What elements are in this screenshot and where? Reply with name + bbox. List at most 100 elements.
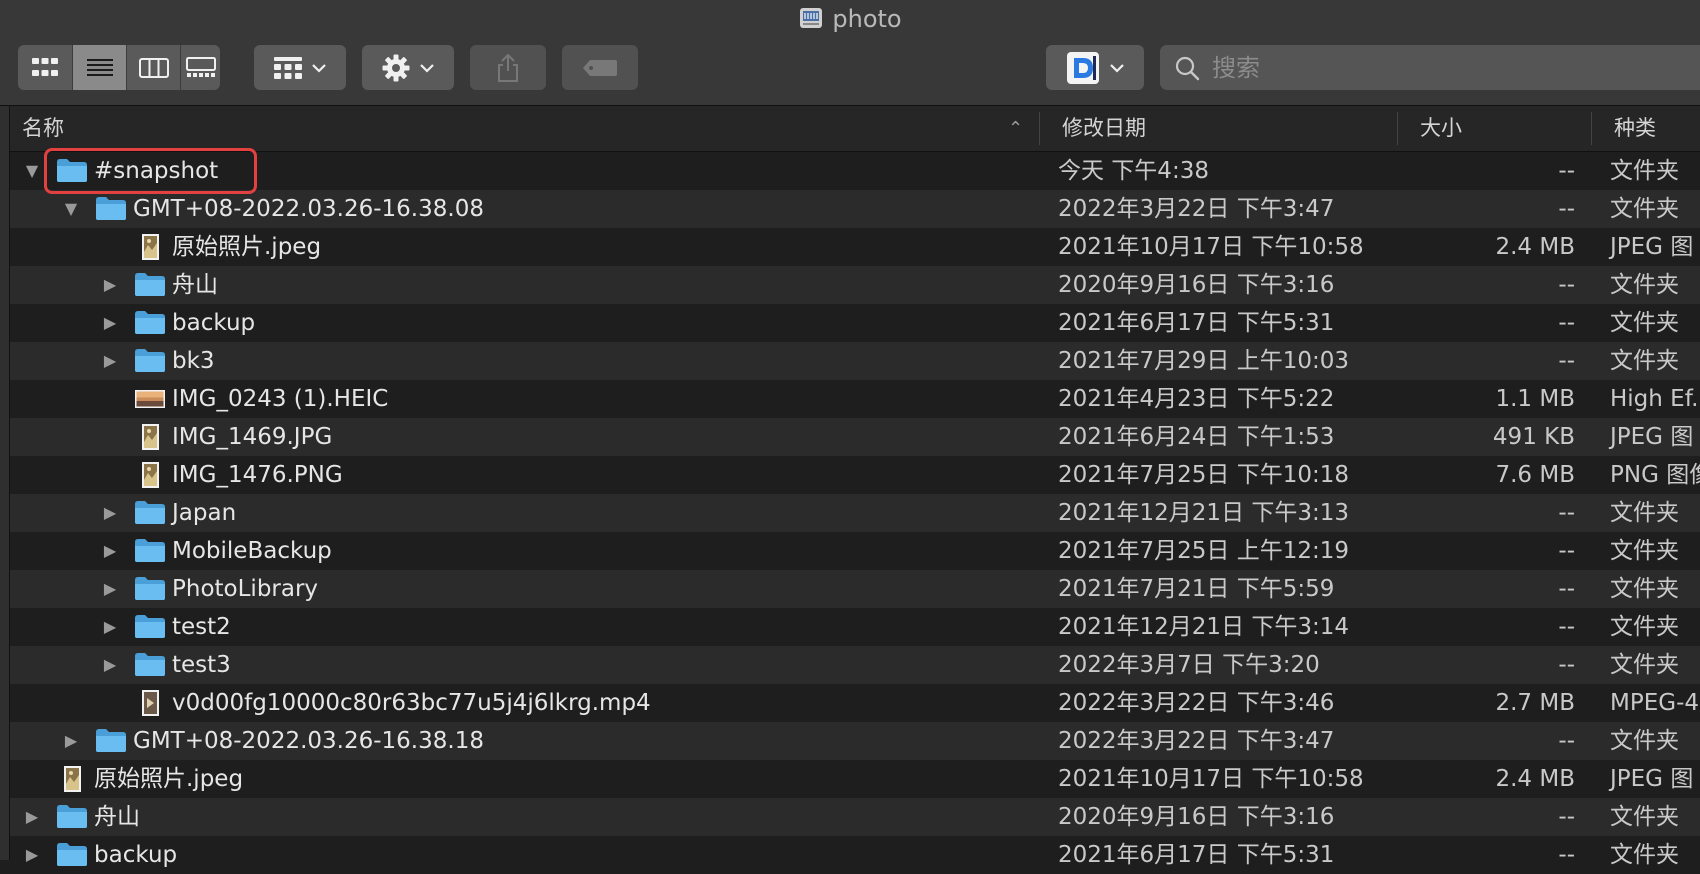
- file-name[interactable]: bk3: [172, 342, 215, 380]
- file-date-modified: 2021年12月21日 下午3:14: [1058, 614, 1350, 640]
- file-name[interactable]: test3: [172, 646, 231, 684]
- file-list-row[interactable]: ▶ 舟山 2020年9月16日 下午3:16 -- 文件夹: [10, 798, 1700, 836]
- column-header-name[interactable]: 名称: [22, 106, 64, 151]
- column-header-bar: 名称 ⌃ 修改日期 大小 种类: [10, 106, 1700, 152]
- file-list-row[interactable]: 原始照片.jpeg 2021年10月17日 下午10:58 2.4 MB JPEG 图: [10, 760, 1700, 798]
- column-header-date[interactable]: 修改日期: [1062, 106, 1146, 151]
- column-divider[interactable]: [1591, 112, 1592, 145]
- file-date-modified: 2022年3月7日 下午3:20: [1058, 652, 1320, 678]
- file-list-row[interactable]: ▼ GMT+08-2022.03.26-16.38.08 2022年3月22日 下午…: [10, 190, 1700, 228]
- disclosure-triangle-collapsed-icon[interactable]: ▶: [100, 570, 120, 608]
- file-list-row[interactable]: IMG_1476.PNG 2021年7月25日 下午10:18 7.6 MB PNG …: [10, 456, 1700, 494]
- file-list-row[interactable]: ▶ test3 2022年3月7日 下午3:20 -- 文件夹: [10, 646, 1700, 684]
- file-name[interactable]: 舟山: [172, 266, 218, 304]
- folder-icon: [134, 499, 166, 527]
- search-field[interactable]: [1160, 45, 1700, 90]
- folder-icon: [134, 347, 166, 375]
- file-size: 2.4 MB: [1495, 766, 1575, 792]
- disclosure-triangle-collapsed-icon[interactable]: ▶: [100, 608, 120, 646]
- app-extension-dropdown[interactable]: [1046, 45, 1144, 90]
- column-header-size[interactable]: 大小: [1420, 106, 1462, 151]
- disclosure-triangle-expanded-icon[interactable]: ▼: [61, 190, 81, 228]
- file-list-row[interactable]: IMG_0243 (1).HEIC 2021年4月23日 下午5:22 1.1 MB…: [10, 380, 1700, 418]
- file-list-row[interactable]: ▶ GMT+08-2022.03.26-16.38.18 2022年3月22日 下午…: [10, 722, 1700, 760]
- disclosure-triangle-collapsed-icon[interactable]: ▶: [61, 722, 81, 760]
- disclosure-triangle-expanded-icon[interactable]: ▼: [22, 152, 42, 190]
- file-kind: PNG 图像: [1610, 462, 1700, 488]
- video-thumbnail-icon: [134, 689, 166, 717]
- file-size: 7.6 MB: [1495, 462, 1575, 488]
- file-name[interactable]: MobileBackup: [172, 532, 332, 570]
- disclosure-triangle-collapsed-icon[interactable]: ▶: [100, 342, 120, 380]
- file-name[interactable]: 舟山: [94, 798, 140, 836]
- file-list-row[interactable]: ▶ 舟山 2020年9月16日 下午3:16 -- 文件夹: [10, 266, 1700, 304]
- search-icon: [1175, 56, 1200, 80]
- file-list-row[interactable]: ▶ Japan 2021年12月21日 下午3:13 -- 文件夹: [10, 494, 1700, 532]
- disclosure-triangle-collapsed-icon[interactable]: ▶: [22, 836, 42, 874]
- file-date-modified: 2021年4月23日 下午5:22: [1058, 386, 1335, 412]
- disclosure-triangle-collapsed-icon[interactable]: ▶: [100, 494, 120, 532]
- gear-icon: [382, 54, 410, 81]
- file-list-row[interactable]: ▼ #snapshot 今天 下午4:38 -- 文件夹: [10, 152, 1700, 190]
- window-left-edge: [0, 106, 10, 860]
- file-kind: 文件夹: [1610, 576, 1679, 602]
- file-name[interactable]: IMG_1469.JPG: [172, 418, 332, 456]
- file-name[interactable]: GMT+08-2022.03.26-16.38.18: [133, 722, 484, 760]
- file-list-row[interactable]: ▶ backup 2021年6月17日 下午5:31 -- 文件夹: [10, 836, 1700, 874]
- file-kind: 文件夹: [1610, 614, 1679, 640]
- disclosure-triangle-collapsed-icon[interactable]: ▶: [100, 532, 120, 570]
- file-size: --: [1558, 310, 1575, 336]
- file-list: ▼ #snapshot 今天 下午4:38 -- 文件夹 ▼ GMT+08-2022.03.…: [10, 152, 1700, 874]
- column-divider[interactable]: [1039, 112, 1040, 145]
- icon-view-button[interactable]: [18, 45, 72, 90]
- file-list-row[interactable]: ▶ backup 2021年6月17日 下午5:31 -- 文件夹: [10, 304, 1700, 342]
- file-size: 491 KB: [1492, 424, 1575, 450]
- folder-icon: [56, 157, 88, 185]
- file-name[interactable]: 原始照片.jpeg: [172, 228, 321, 266]
- file-list-row[interactable]: ▶ MobileBackup 2021年7月25日 上午12:19 -- 文件夹: [10, 532, 1700, 570]
- file-name[interactable]: #snapshot: [94, 152, 218, 190]
- gallery-view-button[interactable]: [180, 45, 221, 90]
- list-view-button[interactable]: [72, 45, 127, 90]
- share-button[interactable]: [470, 45, 546, 90]
- column-divider[interactable]: [1397, 112, 1398, 145]
- file-name[interactable]: IMG_0243 (1).HEIC: [172, 380, 388, 418]
- search-input[interactable]: [1210, 52, 1694, 83]
- file-list-row[interactable]: ▶ bk3 2021年7月29日 上午10:03 -- 文件夹: [10, 342, 1700, 380]
- file-name[interactable]: IMG_1476.PNG: [172, 456, 343, 494]
- image-thumbnail-icon: [134, 385, 166, 413]
- file-list-row[interactable]: IMG_1469.JPG 2021年6月24日 下午1:53 491 KB JPEG …: [10, 418, 1700, 456]
- file-name[interactable]: v0d00fg10000c80r63bc77u5j4j6lkrg.mp4: [172, 684, 651, 722]
- file-kind: MPEG-4: [1610, 690, 1700, 716]
- file-name[interactable]: GMT+08-2022.03.26-16.38.08: [133, 190, 484, 228]
- file-name[interactable]: 原始照片.jpeg: [94, 760, 243, 798]
- file-list-row[interactable]: ▶ test2 2021年12月21日 下午3:14 -- 文件夹: [10, 608, 1700, 646]
- file-kind: 文件夹: [1610, 804, 1679, 830]
- tag-icon: [583, 59, 617, 76]
- action-dropdown[interactable]: [362, 45, 454, 90]
- tags-button[interactable]: [562, 45, 638, 90]
- file-size: 2.4 MB: [1495, 234, 1575, 260]
- file-size: --: [1558, 272, 1575, 298]
- file-list-row[interactable]: v0d00fg10000c80r63bc77u5j4j6lkrg.mp4 2022…: [10, 684, 1700, 722]
- file-list-row[interactable]: 原始照片.jpeg 2021年10月17日 下午10:58 2.4 MB JPEG 图: [10, 228, 1700, 266]
- file-name[interactable]: Japan: [172, 494, 236, 532]
- chevron-down-icon: [312, 63, 326, 73]
- file-date-modified: 2020年9月16日 下午3:16: [1058, 804, 1335, 830]
- folder-icon: [134, 271, 166, 299]
- file-list-row[interactable]: ▶ PhotoLibrary 2021年7月21日 下午5:59 -- 文件夹: [10, 570, 1700, 608]
- column-view-button[interactable]: [126, 45, 181, 90]
- file-date-modified: 2022年3月22日 下午3:47: [1058, 728, 1335, 754]
- file-name[interactable]: PhotoLibrary: [172, 570, 318, 608]
- disclosure-triangle-collapsed-icon[interactable]: ▶: [100, 266, 120, 304]
- disclosure-triangle-collapsed-icon[interactable]: ▶: [22, 798, 42, 836]
- file-name[interactable]: backup: [172, 304, 255, 342]
- group-by-dropdown[interactable]: [254, 45, 346, 90]
- disclosure-triangle-collapsed-icon[interactable]: ▶: [100, 646, 120, 684]
- column-header-kind[interactable]: 种类: [1614, 106, 1656, 151]
- file-name[interactable]: backup: [94, 836, 177, 874]
- file-date-modified: 2021年7月25日 下午10:18: [1058, 462, 1350, 488]
- network-drive-icon: [798, 5, 824, 31]
- file-name[interactable]: test2: [172, 608, 231, 646]
- disclosure-triangle-collapsed-icon[interactable]: ▶: [100, 304, 120, 342]
